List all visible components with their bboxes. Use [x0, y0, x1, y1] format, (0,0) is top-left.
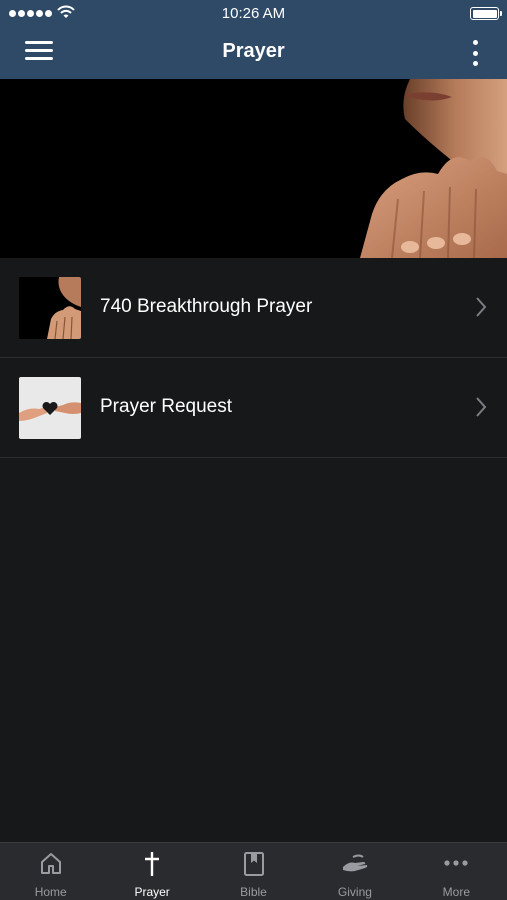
- hero-image-praying-hands: [0, 79, 507, 258]
- tab-home[interactable]: Home: [0, 843, 101, 900]
- cross-icon: [145, 852, 160, 876]
- tab-label: Giving: [337, 885, 372, 899]
- prayer-list: 740 Breakthrough Prayer Prayer Request: [0, 258, 507, 458]
- status-time: 10:26 AM: [221, 5, 286, 22]
- tab-bible[interactable]: Bible: [203, 843, 304, 900]
- giving-hand-icon: [342, 854, 368, 872]
- tab-bar: Home Prayer Bible Giving More: [0, 842, 507, 900]
- overflow-menu-icon[interactable]: [471, 40, 479, 66]
- more-dots-icon: [444, 860, 468, 866]
- thumbnail-praying-hands: [19, 277, 81, 339]
- list-item-breakthrough-prayer[interactable]: 740 Breakthrough Prayer: [0, 258, 507, 358]
- chevron-right-icon: [476, 397, 487, 417]
- page-title: Prayer: [222, 40, 285, 62]
- bible-icon: [243, 852, 264, 876]
- list-item-label: 740 Breakthrough Prayer: [100, 296, 313, 317]
- chevron-right-icon: [476, 297, 487, 317]
- tab-label: Home: [34, 885, 67, 899]
- tab-label: Prayer: [134, 885, 170, 899]
- nav-bar: Prayer: [0, 28, 507, 79]
- tab-prayer[interactable]: Prayer: [101, 843, 202, 900]
- status-bar: 10:26 AM: [0, 0, 507, 28]
- tab-label: Bible: [240, 885, 267, 899]
- list-item-prayer-request[interactable]: Prayer Request: [0, 358, 507, 458]
- battery-icon: [470, 7, 502, 20]
- tab-more[interactable]: More: [406, 843, 507, 900]
- home-icon: [40, 853, 61, 874]
- list-item-label: Prayer Request: [100, 396, 233, 417]
- tab-label: More: [442, 885, 470, 899]
- thumbnail-heart-hands: [19, 377, 81, 439]
- tab-giving[interactable]: Giving: [304, 843, 405, 900]
